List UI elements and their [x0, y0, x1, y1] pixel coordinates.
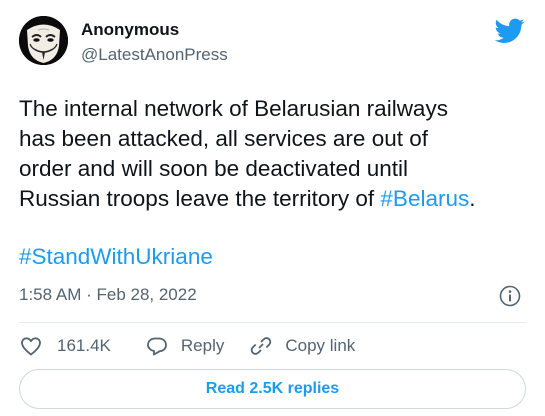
info-icon[interactable]	[498, 284, 522, 308]
avatar[interactable]	[19, 16, 68, 65]
reply-bubble-icon	[146, 337, 167, 356]
guy-fawkes-mask-icon	[19, 16, 68, 65]
reply-label: Reply	[180, 336, 225, 355]
tweet-timestamp[interactable]: 1:58 AM · Feb 28, 2022	[19, 283, 197, 307]
author-handle[interactable]: @LatestAnonPress	[81, 45, 228, 65]
author-name[interactable]: Anonymous	[81, 20, 179, 40]
twitter-bird-icon[interactable]	[494, 18, 525, 44]
tweet-text-line-last: Russian troops leave the territory of #B…	[19, 184, 529, 214]
tweet-text: The internal network of Belarusian railw…	[19, 94, 529, 214]
tweet-text-line: Russian troops leave the territory of	[19, 186, 381, 211]
read-replies-button[interactable]: Read 2.5K replies	[19, 369, 526, 409]
tweet-actions-bar: 161.4K Reply Copy link	[19, 332, 355, 360]
tweet-text-line: has been attacked, all services are out …	[19, 126, 428, 151]
tweet-text-line: order and will soon be deactivated until	[19, 156, 408, 181]
like-count: 161.4K	[57, 336, 111, 355]
tweet-text-line: The internal network of Belarusian railw…	[19, 96, 448, 121]
divider	[19, 322, 526, 323]
tweet-card: Anonymous @LatestAnonPress The internal …	[0, 0, 545, 416]
tweet-text-period: .	[469, 186, 476, 211]
copy-link-button[interactable]: Copy link	[249, 334, 355, 358]
like-button[interactable]: 161.4K	[19, 334, 111, 358]
read-replies-label: Read 2.5K replies	[205, 380, 340, 397]
heart-icon	[21, 337, 41, 356]
hashtag-belarus-link[interactable]: #Belarus	[380, 186, 469, 211]
hashtag-standwithukriane-link[interactable]: #StandWithUkriane	[19, 242, 213, 272]
copy-link-label: Copy link	[285, 336, 356, 355]
link-icon	[251, 337, 272, 355]
reply-button[interactable]: Reply	[145, 334, 224, 358]
